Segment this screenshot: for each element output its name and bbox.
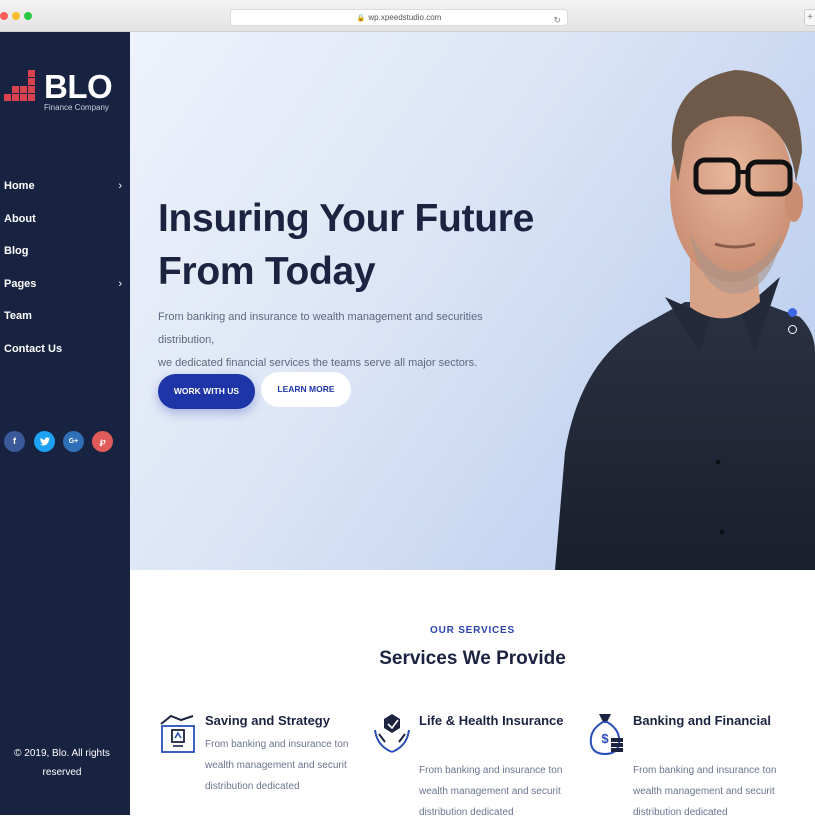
- nav-item-pages[interactable]: Pages ›: [4, 278, 124, 311]
- new-tab-button[interactable]: +: [804, 9, 815, 26]
- browser-toolbar: 🔒 wp.xpeedstudio.com ↻ +: [0, 0, 815, 32]
- pinterest-icon[interactable]: ℘: [92, 431, 113, 452]
- url-text: wp.xpeedstudio.com: [368, 13, 442, 22]
- main-nav: Home › About Blog Pages › Team Contact U…: [4, 180, 124, 375]
- nav-item-about[interactable]: About: [4, 213, 124, 246]
- service-card-text: From banking and insurance ton wealth ma…: [633, 765, 777, 818]
- service-card-text: From banking and insurance ton wealth ma…: [419, 765, 563, 818]
- hero-title-line-2: From Today: [158, 250, 376, 293]
- learn-more-button[interactable]: LEARN MORE: [261, 372, 351, 407]
- address-bar[interactable]: 🔒 wp.xpeedstudio.com ↻: [230, 9, 568, 26]
- nav-item-contact[interactable]: Contact Us: [4, 343, 124, 376]
- slider-dot[interactable]: [788, 325, 797, 334]
- nav-label: Pages: [4, 277, 37, 290]
- twitter-icon[interactable]: [34, 431, 55, 452]
- slider-dot-active[interactable]: [788, 308, 797, 317]
- lock-icon: 🔒: [356, 15, 366, 22]
- brand-tagline: Finance Company: [44, 103, 109, 112]
- nav-item-team[interactable]: Team: [4, 310, 124, 343]
- nav-label: Team: [4, 310, 32, 322]
- nav-label: Blog: [4, 245, 29, 257]
- service-card-title: Saving and Strategy: [205, 713, 330, 728]
- hero-description: From banking and insurance to wealth man…: [158, 306, 538, 375]
- service-card-text: From banking and insurance ton wealth ma…: [205, 739, 349, 792]
- nav-label: Home: [4, 180, 35, 192]
- chevron-right-icon: ›: [118, 180, 122, 192]
- nav-label: Contact Us: [4, 342, 63, 355]
- hero-title-line-1: Insuring Your Future: [158, 197, 535, 240]
- facebook-icon[interactable]: f: [4, 431, 25, 452]
- service-card-title: Life & Health Insurance: [419, 713, 564, 728]
- brand-name[interactable]: BLO: [44, 68, 113, 106]
- hero-portrait-image: [555, 70, 815, 570]
- reload-icon[interactable]: ↻: [553, 12, 561, 28]
- svg-text:$: $: [601, 731, 609, 746]
- services-title: Services We Provide: [379, 648, 566, 669]
- hero-section: Insuring Your Future From Today From ban…: [130, 32, 815, 570]
- nav-item-home[interactable]: Home ›: [4, 180, 124, 213]
- chevron-right-icon: ›: [118, 277, 122, 290]
- google-plus-icon[interactable]: G+: [63, 431, 84, 452]
- hero-title: Insuring Your Future From Today: [158, 192, 534, 298]
- maximize-window-button[interactable]: [24, 12, 32, 20]
- nav-label: About: [4, 212, 36, 225]
- service-card-title: Banking and Financial: [633, 713, 771, 728]
- hero-description-line-1: From banking and insurance to wealth man…: [158, 311, 483, 346]
- services-section: OUR SERVICES Services We Provide Saving …: [130, 570, 815, 818]
- nav-item-blog[interactable]: Blog: [4, 245, 124, 278]
- sidebar: BLO Finance Company Home › About Blog Pa…: [0, 32, 130, 815]
- services-eyebrow: OUR SERVICES: [430, 625, 515, 636]
- work-with-us-button[interactable]: WORK WITH US: [158, 374, 255, 409]
- close-window-button[interactable]: [0, 12, 8, 20]
- copyright-text: © 2019, Blo. All rights reserved: [14, 748, 110, 778]
- minimize-window-button[interactable]: [12, 12, 20, 20]
- hand-building-icon: [160, 714, 195, 753]
- hands-health-icon: [374, 714, 410, 753]
- hero-description-line-2: we dedicated financial services the team…: [158, 357, 478, 369]
- money-bag-icon: $: [589, 714, 623, 756]
